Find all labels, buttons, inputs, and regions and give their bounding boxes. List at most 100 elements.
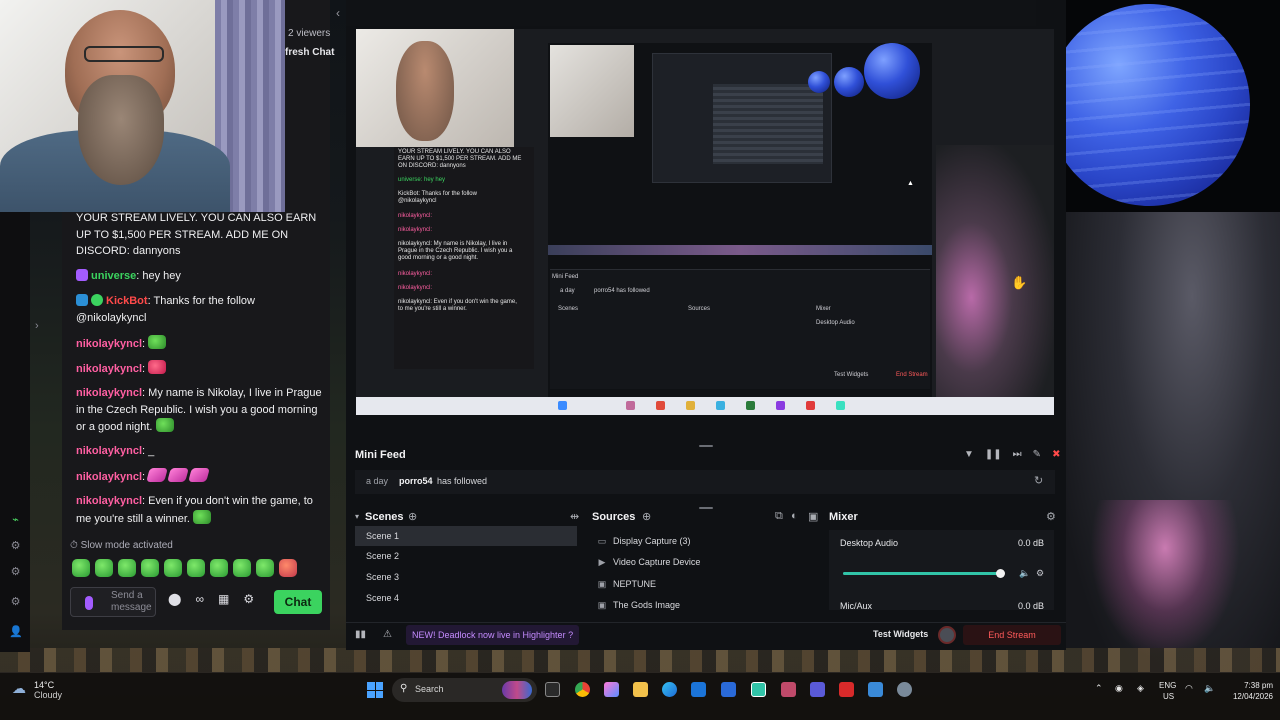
chevron-up-icon[interactable]: ⌃ <box>1095 683 1103 694</box>
language-code[interactable]: ENG <box>1159 681 1176 690</box>
wifi-icon[interactable]: ◠ <box>1185 683 1193 694</box>
start-button[interactable] <box>367 682 383 698</box>
chat-send-button[interactable]: Chat <box>274 590 322 614</box>
streamlabs-icon[interactable] <box>751 682 766 697</box>
emote-icon[interactable] <box>72 559 90 577</box>
source-visibility-icon[interactable]: ◐ <box>791 510 798 522</box>
wallpaper-glow <box>1090 500 1240 660</box>
add-source-icon[interactable]: ⊕ <box>642 510 651 523</box>
microphone-icon[interactable] <box>85 596 93 610</box>
chevron-left-icon[interactable]: ‹ <box>336 6 340 20</box>
red-emote-icon <box>148 360 167 374</box>
source-group-icon[interactable]: ⧉ <box>775 510 783 523</box>
source-item[interactable]: ▣ The Gods Image <box>596 595 816 615</box>
app-icon[interactable] <box>810 682 825 697</box>
scene-item[interactable]: Scene 2 <box>355 546 577 566</box>
preview-chat-line: nikolaykyncl: <box>398 285 433 291</box>
preview-end-stream: End Stream <box>896 372 928 378</box>
taskbar-search[interactable]: ⚲ Search <box>392 678 537 702</box>
chevron-right-icon[interactable]: › <box>35 320 39 332</box>
pause-icon[interactable]: ❚❚ <box>985 449 1002 460</box>
end-stream-button[interactable]: End Stream <box>963 625 1061 645</box>
scene-item[interactable]: Scene 1 <box>355 526 577 546</box>
source-label: Display Capture (3) <box>613 536 691 546</box>
tray-app-icon[interactable]: ◈ <box>1137 683 1144 694</box>
alert-icon[interactable]: ⚠ <box>383 629 392 640</box>
emote-icon[interactable] <box>164 559 182 577</box>
record-button[interactable] <box>938 626 956 644</box>
emote-icon[interactable] <box>256 559 274 577</box>
volume-slider-handle[interactable] <box>996 569 1005 578</box>
stream-preview[interactable]: YOUR STREAM LIVELY. YOU CAN ALSO EARN UP… <box>356 29 1054 415</box>
speaker-icon[interactable]: 🔈 <box>1204 683 1215 694</box>
speaker-icon[interactable]: 🔈 <box>1019 568 1030 579</box>
chrome-icon[interactable] <box>575 682 590 697</box>
chat-username[interactable]: nikolaykyncl <box>76 338 142 350</box>
emote-icon[interactable] <box>118 559 136 577</box>
clock-date[interactable]: 12/04/2026 <box>1225 692 1273 701</box>
stats-icon[interactable]: ▮▮ <box>355 629 366 640</box>
app-icon[interactable] <box>868 682 883 697</box>
chat-username[interactable]: KickBot <box>106 295 148 307</box>
source-item[interactable]: ▭ Display Capture (3) <box>596 531 816 551</box>
chat-username[interactable]: nikolaykyncl <box>76 363 142 375</box>
emote-icon[interactable] <box>187 559 205 577</box>
resize-handle[interactable] <box>699 445 713 447</box>
scene-item[interactable]: Scene 4 <box>355 588 577 608</box>
emote-icon[interactable] <box>279 559 297 577</box>
plugin-icon[interactable]: ⚙ <box>9 566 22 579</box>
chat-username[interactable]: nikolaykyncl <box>76 445 142 457</box>
source-item[interactable]: ▶ Video Capture Device <box>596 552 816 572</box>
emote-icon[interactable] <box>95 559 113 577</box>
emote-picker-icon[interactable]: ⬤ <box>168 592 181 606</box>
user-icon[interactable]: 👤 <box>9 626 23 639</box>
cloud-icon[interactable]: ☁ <box>12 680 26 697</box>
preview-nested-taskbar <box>548 245 932 255</box>
emote-icon[interactable] <box>233 559 251 577</box>
app-icon[interactable] <box>781 682 796 697</box>
chat-username[interactable]: nikolaykyncl <box>76 471 142 483</box>
chat-username[interactable]: universe <box>91 270 136 282</box>
settings-icon[interactable] <box>897 682 912 697</box>
outlook-icon[interactable] <box>691 682 706 697</box>
chevron-down-icon[interactable]: ▾ <box>355 512 359 521</box>
photos-icon[interactable] <box>604 682 619 697</box>
scene-item[interactable]: Scene 3 <box>355 567 577 587</box>
infinity-icon[interactable]: ∞ <box>195 592 204 606</box>
chat-username[interactable]: nikolaykyncl <box>76 495 142 507</box>
gear-icon[interactable]: ⚙ <box>1036 568 1044 579</box>
filter-icon[interactable]: ▼ <box>964 449 974 460</box>
gear-icon[interactable]: ⚙ <box>9 596 22 609</box>
chat-message-input[interactable]: Send a message <box>70 587 156 617</box>
source-item[interactable]: ▣ NEPTUNE <box>596 574 816 594</box>
edge-icon[interactable] <box>662 682 677 697</box>
feed-event-user[interactable]: porro54 <box>399 476 433 486</box>
tray-app-icon[interactable]: ◉ <box>1115 683 1123 694</box>
refresh-icon[interactable]: ↻ <box>1034 474 1043 487</box>
file-explorer-icon[interactable] <box>633 682 648 697</box>
clear-icon[interactable]: ✎ <box>1033 449 1041 460</box>
emote-icon[interactable] <box>141 559 159 577</box>
news-banner[interactable]: NEW! Deadlock now live in Highlighter ? <box>406 625 580 645</box>
mute-alerts-icon[interactable]: ✖ <box>1052 449 1060 460</box>
chat-username[interactable]: nikolaykyncl <box>76 387 142 399</box>
resize-handle[interactable] <box>699 507 713 509</box>
clock-time[interactable]: 7:38 pm <box>1237 681 1273 690</box>
store-icon[interactable] <box>721 682 736 697</box>
test-widgets-button[interactable]: Test Widgets <box>873 629 928 639</box>
scene-transitions-icon[interactable]: ⇹ <box>570 510 579 523</box>
kick-icon[interactable]: ⌁ <box>9 514 22 527</box>
task-view-icon[interactable] <box>545 682 560 697</box>
refresh-chat-link[interactable]: fresh Chat <box>285 47 334 58</box>
emote-icon[interactable] <box>210 559 228 577</box>
gear-icon[interactable]: ⚙ <box>243 592 254 606</box>
store-icon[interactable]: ▦ <box>218 592 229 606</box>
gear-icon[interactable]: ⚙ <box>1046 510 1056 523</box>
add-scene-icon[interactable]: ⊕ <box>408 510 417 523</box>
source-image-icon[interactable]: ▣ <box>808 510 818 523</box>
settings-icon[interactable]: ⚙ <box>9 540 22 553</box>
keyboard-layout[interactable]: US <box>1163 692 1174 701</box>
volume-slider[interactable] <box>843 572 1003 575</box>
app-icon[interactable] <box>839 682 854 697</box>
skip-icon[interactable]: ⏭ <box>1013 449 1022 460</box>
